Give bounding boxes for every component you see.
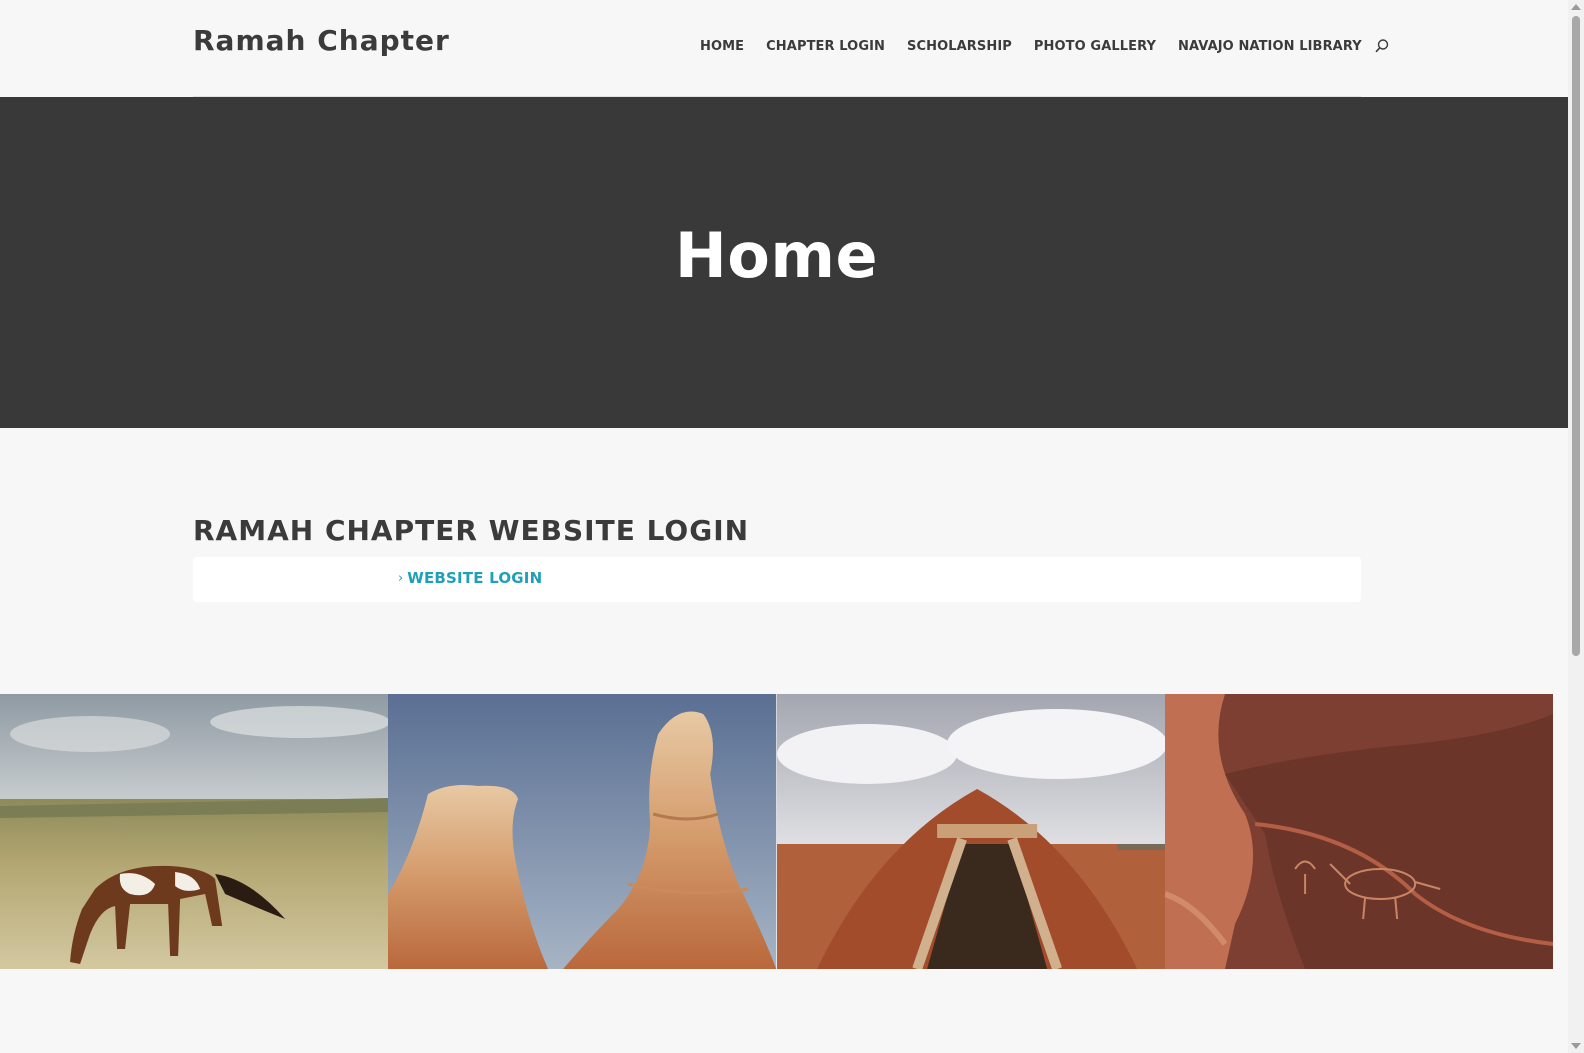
website-login-link[interactable]: › WEBSITE LOGIN bbox=[398, 569, 542, 587]
main-nav: HOME CHAPTER LOGIN SCHOLARSHIP PHOTO GAL… bbox=[700, 38, 1390, 54]
scroll-up-arrow-icon[interactable] bbox=[1571, 4, 1581, 10]
website-login-label: WEBSITE LOGIN bbox=[407, 569, 543, 587]
page: Ramah Chapter HOME CHAPTER LOGIN SCHOLAR… bbox=[0, 0, 1568, 1053]
gallery-image-hogan[interactable] bbox=[776, 694, 1165, 969]
nav-item-chapter-login[interactable]: CHAPTER LOGIN bbox=[766, 39, 885, 54]
login-link-box: › WEBSITE LOGIN bbox=[193, 557, 1361, 602]
photo-gallery-strip bbox=[0, 694, 1553, 969]
scroll-down-arrow-icon[interactable] bbox=[1571, 1043, 1581, 1049]
search-icon[interactable] bbox=[1374, 38, 1390, 54]
site-logo[interactable]: Ramah Chapter bbox=[193, 24, 450, 57]
gallery-image-petroglyph[interactable] bbox=[1164, 694, 1553, 969]
nav-item-photo-gallery[interactable]: PHOTO GALLERY bbox=[1034, 39, 1156, 54]
nav-item-navajo-nation-library[interactable]: NAVAJO NATION LIBRARY bbox=[1178, 39, 1362, 54]
gallery-image-horse[interactable] bbox=[0, 694, 389, 969]
chevron-right-icon: › bbox=[398, 570, 404, 586]
login-section-heading: RAMAH CHAPTER WEBSITE LOGIN bbox=[193, 514, 750, 547]
scrollbar-thumb[interactable] bbox=[1572, 16, 1580, 656]
gallery-image-rock-formations[interactable] bbox=[388, 694, 777, 969]
hero-banner: Home bbox=[0, 97, 1568, 428]
nav-item-home[interactable]: HOME bbox=[700, 39, 744, 54]
nav-item-scholarship[interactable]: SCHOLARSHIP bbox=[907, 39, 1012, 54]
page-scrollbar[interactable] bbox=[1568, 0, 1584, 1053]
page-title: Home bbox=[674, 219, 879, 292]
site-header: Ramah Chapter HOME CHAPTER LOGIN SCHOLAR… bbox=[0, 0, 1568, 97]
